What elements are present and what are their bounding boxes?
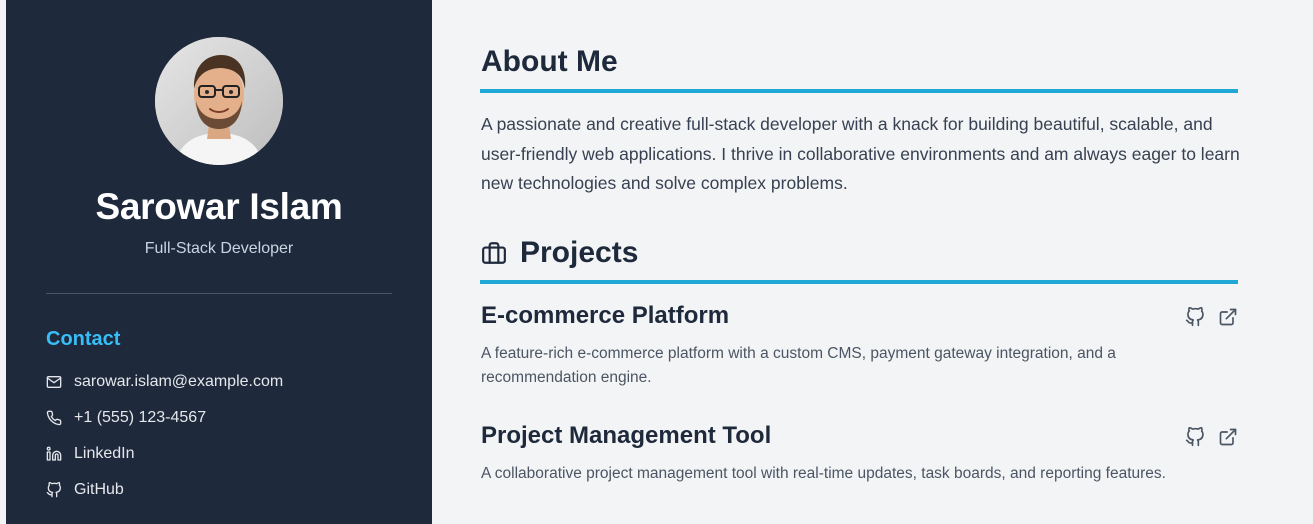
- contact-phone-label: +1 (555) 123-4567: [74, 409, 207, 426]
- sidebar: Sarowar Islam Full-Stack Developer Conta…: [6, 0, 432, 524]
- profile-name: Sarowar Islam: [95, 186, 343, 227]
- contact-github-label: GitHub: [74, 481, 124, 498]
- github-icon: [46, 482, 62, 498]
- contact-linkedin-label: LinkedIn: [74, 445, 135, 462]
- project-description: A collaborative project management tool …: [481, 465, 1166, 482]
- contact-phone-link[interactable]: +1 (555) 123-4567: [46, 407, 206, 429]
- avatar: [155, 37, 283, 165]
- contact-github-link[interactable]: GitHub: [46, 479, 124, 501]
- phone-icon: [46, 410, 62, 426]
- avatar-photo: [155, 37, 283, 165]
- external-link-icon[interactable]: [1218, 427, 1238, 447]
- contact-heading: Contact: [46, 328, 121, 350]
- briefcase-icon: [481, 240, 507, 266]
- projects-heading: Projects: [481, 236, 638, 270]
- linkedin-icon: [46, 446, 62, 462]
- about-rule: [480, 89, 1238, 93]
- about-heading: About Me: [481, 45, 618, 78]
- main-content: About Me A passionate and creative full-…: [432, 0, 1313, 524]
- sidebar-divider: [46, 293, 392, 294]
- contact-linkedin-link[interactable]: LinkedIn: [46, 443, 135, 465]
- project-description: A feature-rich e-commerce platform with …: [481, 345, 1116, 386]
- external-link-icon[interactable]: [1218, 307, 1238, 327]
- contact-email-link[interactable]: sarowar.islam@example.com: [46, 371, 283, 393]
- contact-email-label: sarowar.islam@example.com: [74, 373, 284, 390]
- project-title: E-commerce Platform: [481, 302, 730, 329]
- project-title: Project Management Tool: [481, 422, 772, 449]
- mail-icon: [46, 374, 62, 390]
- profile-role: Full-Stack Developer: [144, 240, 294, 257]
- github-icon[interactable]: [1185, 427, 1205, 447]
- projects-rule: [480, 280, 1238, 284]
- github-icon[interactable]: [1185, 307, 1205, 327]
- projects-heading-label: Projects: [520, 236, 639, 269]
- about-text: A passionate and creative full-stack dev…: [481, 114, 1240, 193]
